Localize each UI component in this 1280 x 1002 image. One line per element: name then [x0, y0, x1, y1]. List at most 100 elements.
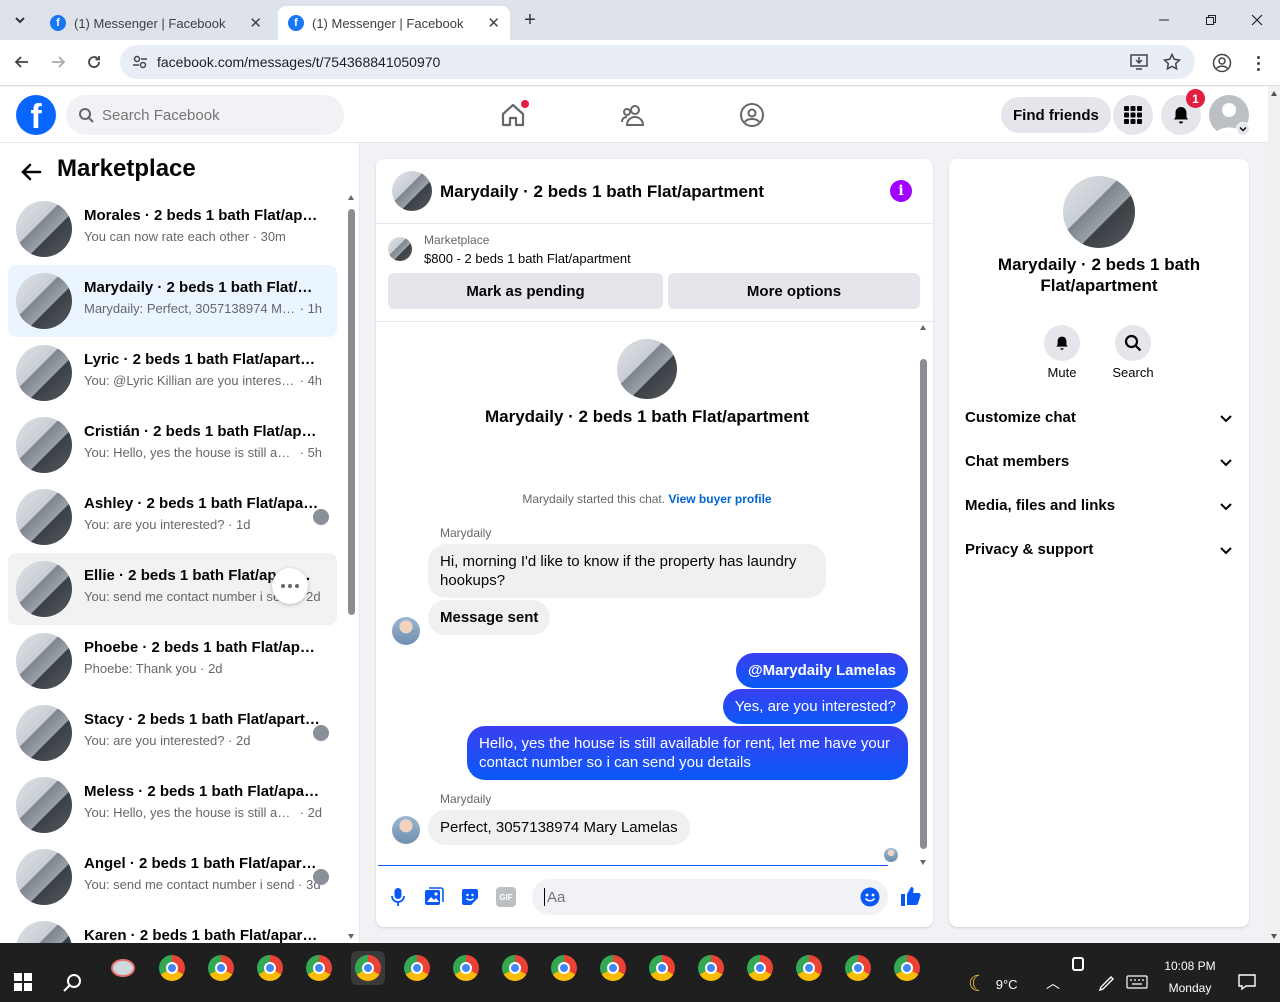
search-conversation-button[interactable]	[1115, 325, 1151, 361]
incoming-message[interactable]: Perfect, 3057138974 Mary Lamelas	[428, 810, 690, 845]
conversation-item[interactable]: Phoebe · 2 beds 1 bath Flat/apartment Pho…	[8, 625, 337, 697]
conversation-item[interactable]: Angel · 2 beds 1 bath Flat/apartment You:…	[8, 841, 337, 913]
conversation-item[interactable]: Morales · 2 beds 1 bath Flat/apartment Yo…	[8, 193, 337, 265]
gif-button[interactable]: GIF	[496, 887, 516, 907]
close-tab-icon[interactable]: ✕	[249, 14, 262, 32]
forward-button[interactable]	[44, 48, 72, 76]
install-app-icon[interactable]	[1130, 54, 1148, 70]
search-icon[interactable]	[62, 973, 82, 993]
bookmark-star-icon[interactable]	[1163, 53, 1181, 71]
restore-button[interactable]	[1197, 8, 1225, 32]
info-section[interactable]: Customize chat	[965, 409, 1233, 426]
windows-start-icon[interactable]	[14, 973, 32, 991]
tab-search-button[interactable]	[8, 8, 32, 32]
conversation-item[interactable]: Karen · 2 beds 1 bath Flat/apartment	[8, 913, 337, 943]
info-section[interactable]: Media, files and links	[965, 497, 1233, 514]
taskbar-chrome-window[interactable]	[204, 951, 238, 985]
find-friends-button[interactable]: Find friends	[1001, 97, 1111, 133]
conversation-item[interactable]: Lyric · 2 beds 1 bath Flat/apartment You:…	[8, 337, 337, 409]
outgoing-message[interactable]: @Marydaily Lamelas	[735, 653, 908, 688]
sidebar-scrollbar[interactable]	[346, 195, 356, 939]
keyboard-icon[interactable]	[1126, 975, 1148, 989]
browser-menu-button[interactable]	[1250, 52, 1266, 74]
facebook-search-box[interactable]	[66, 95, 344, 135]
search-input[interactable]	[102, 106, 322, 124]
listing-thumbnail[interactable]	[388, 237, 412, 261]
incoming-message[interactable]: Hi, morning I'd like to know if the prop…	[428, 544, 826, 598]
taskbar-chrome-window[interactable]	[302, 951, 336, 985]
conversation-item[interactable]: Meless · 2 beds 1 bath Flat/apartment You…	[8, 769, 337, 841]
emoji-icon[interactable]	[860, 887, 880, 907]
taskbar-chrome-window[interactable]	[498, 951, 532, 985]
info-thumbnail[interactable]	[1063, 176, 1135, 248]
account-chevron-icon[interactable]	[1236, 122, 1250, 136]
taskbar-chrome-window[interactable]	[743, 951, 777, 985]
microphone-icon[interactable]	[390, 887, 406, 907]
taskbar-chrome-window[interactable]	[645, 951, 679, 985]
sticker-icon[interactable]	[460, 887, 480, 907]
menu-button[interactable]	[1113, 95, 1153, 135]
close-tab-icon[interactable]: ✕	[487, 14, 500, 32]
taskbar-chrome-window[interactable]	[155, 951, 189, 985]
clock[interactable]: 10:08 PM Monday	[1152, 955, 1228, 999]
page-scrollbar[interactable]	[1268, 87, 1280, 943]
message-input[interactable]	[547, 888, 847, 906]
meet-now-icon[interactable]	[1072, 957, 1084, 971]
thumbs-up-icon[interactable]	[899, 885, 921, 907]
facebook-logo[interactable]: f	[16, 95, 56, 135]
mark-as-pending-button[interactable]: Mark as pending	[388, 273, 663, 309]
taskbar-chrome-window[interactable]	[547, 951, 581, 985]
taskbar-chrome-window[interactable]	[351, 951, 385, 985]
outgoing-message[interactable]: Yes, are you interested?	[722, 689, 908, 724]
conversation-item[interactable]: Cristián · 2 beds 1 bath Flat/apartment Y…	[8, 409, 337, 481]
address-bar[interactable]: facebook.com/messages/t/754368841050970	[120, 45, 1195, 79]
sender-avatar[interactable]	[392, 816, 420, 844]
groups-nav[interactable]	[736, 99, 768, 131]
browser-tab-active[interactable]: f (1) Messenger | Facebook ✕	[278, 6, 510, 40]
chat-title[interactable]: Marydaily · 2 beds 1 bath Flat/apartment	[440, 182, 764, 202]
profile-icon[interactable]	[1212, 53, 1232, 73]
photo-icon[interactable]	[424, 887, 444, 907]
taskbar-chrome-window[interactable]	[792, 951, 826, 985]
conversation-item[interactable]: Marydaily · 2 beds 1 bath Flat/apartment…	[8, 265, 337, 337]
reload-button[interactable]	[80, 48, 108, 76]
pen-icon[interactable]	[1098, 974, 1116, 992]
taskbar-chrome-window[interactable]	[400, 951, 434, 985]
more-options-button[interactable]: More options	[668, 273, 920, 309]
taskbar-chrome-window[interactable]	[890, 951, 924, 985]
home-nav[interactable]	[497, 99, 529, 131]
friends-nav[interactable]	[617, 99, 649, 131]
info-section[interactable]: Privacy & support	[965, 541, 1233, 558]
back-arrow-icon[interactable]	[20, 161, 42, 183]
minimize-button[interactable]	[1150, 8, 1178, 32]
browser-tab[interactable]: f (1) Messenger | Facebook ✕	[40, 6, 272, 40]
taskbar-chrome-window[interactable]	[694, 951, 728, 985]
conversation-info-button[interactable]: i	[890, 180, 912, 202]
back-button[interactable]	[8, 48, 36, 76]
conversation-item[interactable]: Stacy · 2 beds 1 bath Flat/apartment You:…	[8, 697, 337, 769]
new-tab-button[interactable]: +	[518, 8, 542, 32]
view-buyer-profile-link[interactable]: View buyer profile	[668, 492, 771, 506]
conversation-more-button[interactable]	[272, 568, 308, 604]
chevron-up-icon[interactable]: ︿	[1046, 973, 1060, 993]
taskbar-chrome-window[interactable]	[449, 951, 483, 985]
listing-title[interactable]: $800 - 2 beds 1 bath Flat/apartment	[424, 251, 631, 266]
weather-widget[interactable]: ☾ 9°C	[968, 971, 1018, 997]
message-input-box[interactable]	[532, 879, 888, 915]
taskbar-chrome-window[interactable]	[841, 951, 875, 985]
notification-center-icon[interactable]	[1238, 973, 1256, 991]
chat-intro-thumbnail[interactable]	[617, 339, 677, 399]
taskbar-chrome-window[interactable]	[253, 951, 287, 985]
sender-avatar[interactable]	[392, 617, 420, 645]
chat-scrollbar[interactable]	[918, 325, 928, 865]
chat-header-thumbnail[interactable]	[392, 171, 432, 211]
mute-button[interactable]	[1044, 325, 1080, 361]
info-section[interactable]: Chat members	[965, 453, 1233, 470]
site-settings-icon[interactable]	[132, 54, 148, 70]
conversation-item[interactable]: Ashley · 2 beds 1 bath Flat/apartment You…	[8, 481, 337, 553]
taskbar-app-icon[interactable]	[106, 951, 140, 985]
taskbar-chrome-window[interactable]	[596, 951, 630, 985]
outgoing-message[interactable]: Hello, yes the house is still available …	[467, 726, 908, 780]
close-window-button[interactable]	[1243, 8, 1271, 32]
incoming-message[interactable]: Message sent	[428, 600, 551, 635]
